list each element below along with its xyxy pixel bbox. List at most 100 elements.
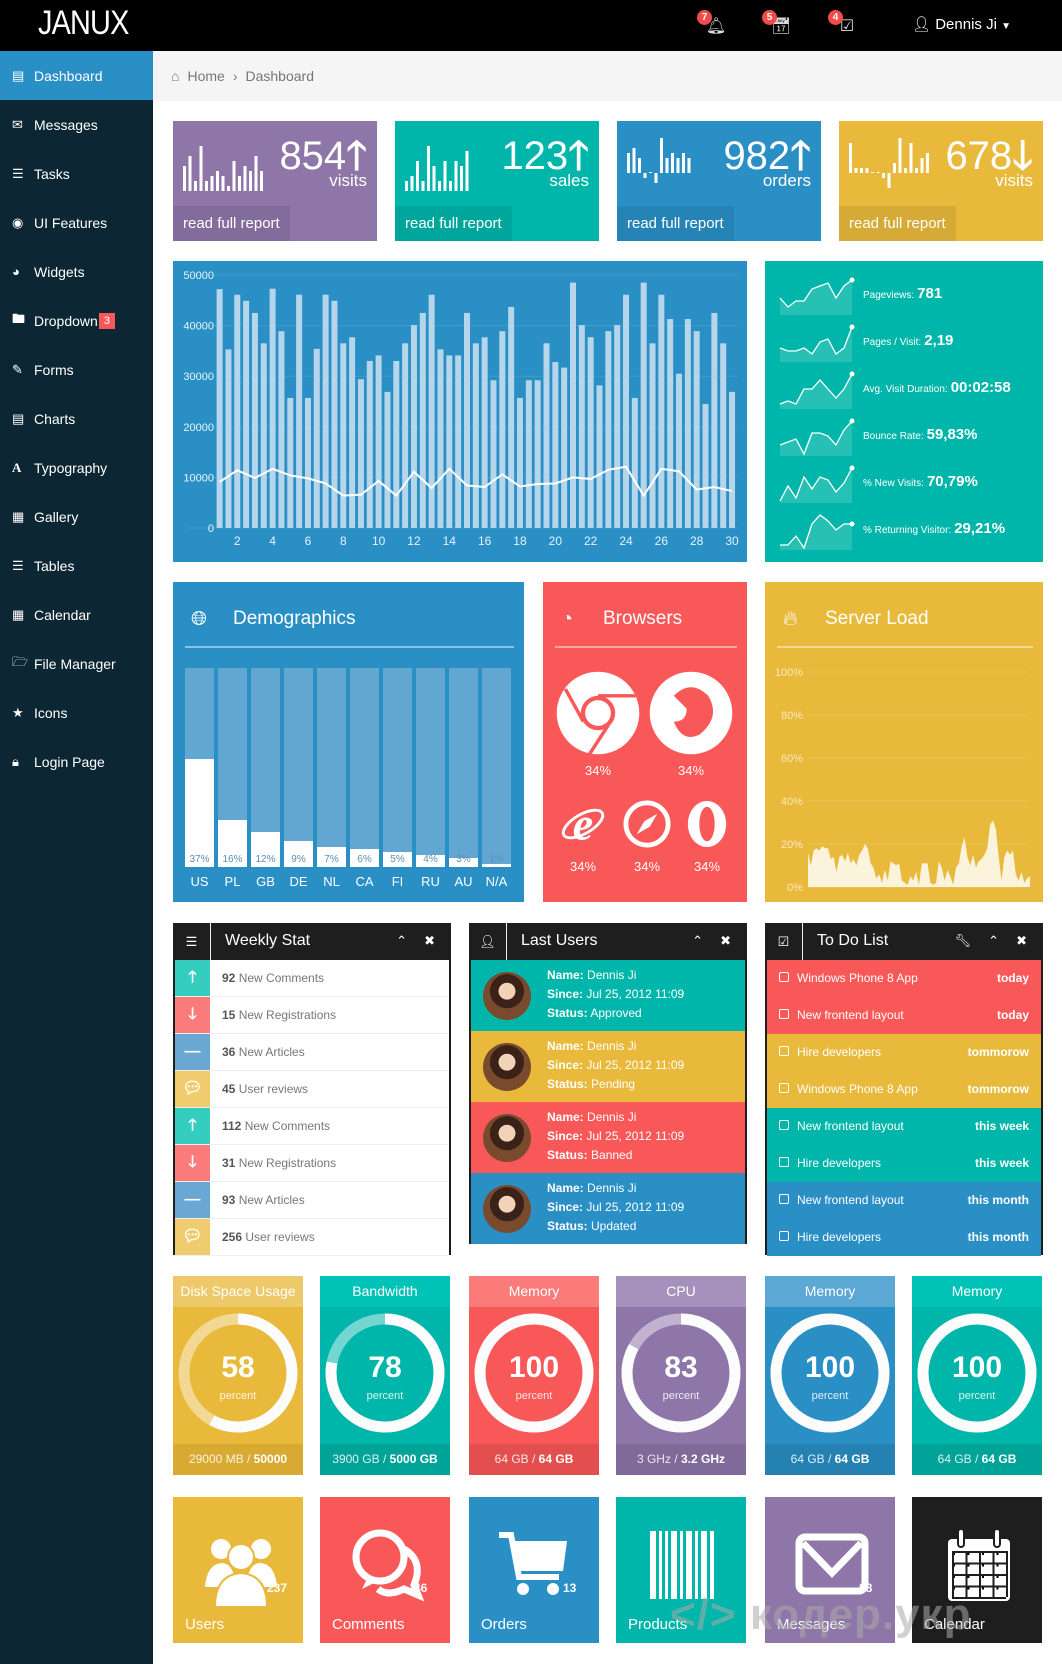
sidebar-item-icons[interactable]: ★ Icons xyxy=(0,688,153,737)
mini-bar xyxy=(238,176,241,191)
site-stat: Pageviews: 781 xyxy=(863,285,942,303)
chevron-up-icon[interactable]: ⌃ xyxy=(396,933,407,949)
avatar xyxy=(483,972,531,1020)
chevron-up-icon[interactable]: ⌃ xyxy=(988,933,999,949)
dashboard-icon: ◕ xyxy=(12,264,20,279)
bar xyxy=(614,325,621,528)
close-icon[interactable]: ✖ xyxy=(424,933,435,949)
mini-bar xyxy=(898,138,902,173)
sidebar-item-forms[interactable]: ✎ Forms xyxy=(0,345,153,394)
gauge-memory: Memory 100 percent 64 GB / 64 GB xyxy=(912,1276,1042,1475)
weekly-stat-row: 🡓 31 New Registrations xyxy=(175,1145,449,1182)
read-full-report-link[interactable]: read full report xyxy=(617,206,734,241)
bar xyxy=(428,294,435,528)
demographic-bar-track: 1% xyxy=(482,668,511,867)
calendar-notification[interactable]: 📅︎ 5 xyxy=(762,10,794,40)
demographics-panel: 🌐︎ Demographics 37% US 16% PL 12% GB 9% DE 7% NL 6… xyxy=(173,582,524,902)
bar xyxy=(729,391,736,528)
bar xyxy=(516,397,523,528)
mini-bar xyxy=(432,166,436,191)
sidebar-item-ui-features[interactable]: ◉ UI Features xyxy=(0,198,153,247)
bar xyxy=(711,312,718,528)
todo-text: Hire developers xyxy=(797,1230,882,1244)
y-tick-label: 10000 xyxy=(183,472,214,484)
weekly-stat-text: 93 New Articles xyxy=(222,1193,305,1207)
user-row[interactable]: Name: Dennis Ji Since: Jul 25, 2012 11:09… xyxy=(471,960,745,1031)
gauge-memory: Memory 100 percent 64 GB / 64 GB xyxy=(765,1276,895,1475)
y-tick-label: 30000 xyxy=(183,371,214,383)
mini-bar xyxy=(871,172,874,173)
logo[interactable]: JANUX xyxy=(38,4,129,43)
demographic-bar-track: 5% xyxy=(383,668,412,867)
sidebar-item-tables[interactable]: ☰ Tables xyxy=(0,541,153,590)
stat-unit: sales xyxy=(549,171,589,190)
todo-item: New frontend layout today xyxy=(767,997,1041,1034)
todo-checkbox[interactable] xyxy=(779,1009,789,1019)
user-row[interactable]: Name: Dennis Ji Since: Jul 25, 2012 11:09… xyxy=(471,1173,745,1244)
tile-users[interactable]: 237 Users xyxy=(173,1497,303,1643)
user-since: Jul 25, 2012 11:09 xyxy=(586,987,685,1001)
read-full-report-link[interactable]: read full report xyxy=(839,206,956,241)
todo-checkbox[interactable] xyxy=(779,1231,789,1241)
breadcrumb-home[interactable]: Home xyxy=(187,68,224,84)
user-status: Banned xyxy=(591,1148,633,1162)
bar xyxy=(269,288,276,528)
y-tick-label: 60% xyxy=(781,753,803,765)
user-row[interactable]: Name: Dennis Ji Since: Jul 25, 2012 11:09… xyxy=(471,1031,745,1102)
user-row[interactable]: Name: Dennis Ji Since: Jul 25, 2012 11:09… xyxy=(471,1102,745,1173)
todo-checkbox[interactable] xyxy=(779,1046,789,1056)
sidebar-item-charts[interactable]: ▤ Charts xyxy=(0,394,153,443)
todo-checkbox[interactable] xyxy=(779,1157,789,1167)
chevron-up-icon[interactable]: ⌃ xyxy=(692,933,703,949)
todo-checkbox[interactable] xyxy=(779,1194,789,1204)
status-label: Status: xyxy=(547,1148,588,1162)
todo-checkbox[interactable] xyxy=(779,1120,789,1130)
checkbox-notification[interactable]: ☑ 4 xyxy=(828,10,860,40)
last-users-widget: 👤︎ Last Users ⌃ ✖ Name: Dennis Ji Since: … xyxy=(469,923,747,1244)
sidebar-item-dashboard[interactable]: ▤ Dashboard xyxy=(0,51,153,100)
site-stat: % New Visits: 70,79% xyxy=(863,473,978,491)
bar xyxy=(552,362,559,528)
mini-bar xyxy=(405,181,408,191)
gauge-used: 3 GHz / xyxy=(636,1452,678,1466)
sidebar-item-file-manager[interactable]: 🗁︎ File Manager xyxy=(0,639,153,688)
gauge-total: 64 GB xyxy=(981,1452,1017,1466)
read-full-report-link[interactable]: read full report xyxy=(395,206,512,241)
todo-checkbox[interactable] xyxy=(779,1083,789,1093)
country-label: PL xyxy=(224,874,241,889)
sidebar-item-login-page[interactable]: 🔒︎ Login Page xyxy=(0,737,153,786)
bar-value-label: 3% xyxy=(456,854,471,865)
browser-share: 34% xyxy=(693,859,721,874)
close-icon[interactable]: ✖ xyxy=(1016,933,1027,949)
read-full-report-link[interactable]: read full report xyxy=(173,206,290,241)
sidebar-item-widgets[interactable]: ◕ Widgets xyxy=(0,247,153,296)
user-status: Updated xyxy=(591,1219,637,1233)
mini-bar xyxy=(660,138,663,173)
todo-checkbox[interactable] xyxy=(779,972,789,982)
sidebar-item-label: UI Features xyxy=(34,214,108,231)
tile-orders[interactable]: 13 Orders xyxy=(469,1497,599,1643)
bar xyxy=(596,385,603,528)
bar xyxy=(251,312,258,528)
sidebar-item-typography[interactable]: A Typography xyxy=(0,443,153,492)
sidebar-item-messages[interactable]: ✉ Messages xyxy=(0,100,153,149)
mini-bar xyxy=(904,168,907,173)
tile-comments[interactable]: 46 Comments xyxy=(320,1497,450,1643)
close-icon[interactable]: ✖ xyxy=(720,933,731,949)
todo-text: Windows Phone 8 App xyxy=(797,971,918,985)
bar xyxy=(296,294,303,528)
sidebar-item-calendar[interactable]: ▦ Calendar xyxy=(0,590,153,639)
sidebar-item-label: Login Page xyxy=(34,753,105,770)
user-menu[interactable]: 👤︎ Dennis Ji ▼ xyxy=(912,15,1011,33)
user-name: Dennis Ji xyxy=(587,968,637,982)
sidebar-item-tasks[interactable]: ☰ Tasks xyxy=(0,149,153,198)
bell-notification[interactable]: 🔔︎ 7 xyxy=(697,10,729,40)
gauge-footer: 3900 GB / 5000 GB xyxy=(320,1444,450,1475)
name-label: Name: xyxy=(547,1110,584,1124)
sidebar-item-dropdown[interactable]: 🖿︎ Dropdown 3 xyxy=(0,296,153,345)
sidebar-item-label: Dashboard xyxy=(34,67,103,84)
wrench-icon[interactable]: 🔧︎ xyxy=(954,933,971,949)
sidebar-item-gallery[interactable]: ▦ Gallery xyxy=(0,492,153,541)
mini-bar xyxy=(893,163,896,173)
todo-item: Hire developers tommorow xyxy=(767,1034,1041,1071)
